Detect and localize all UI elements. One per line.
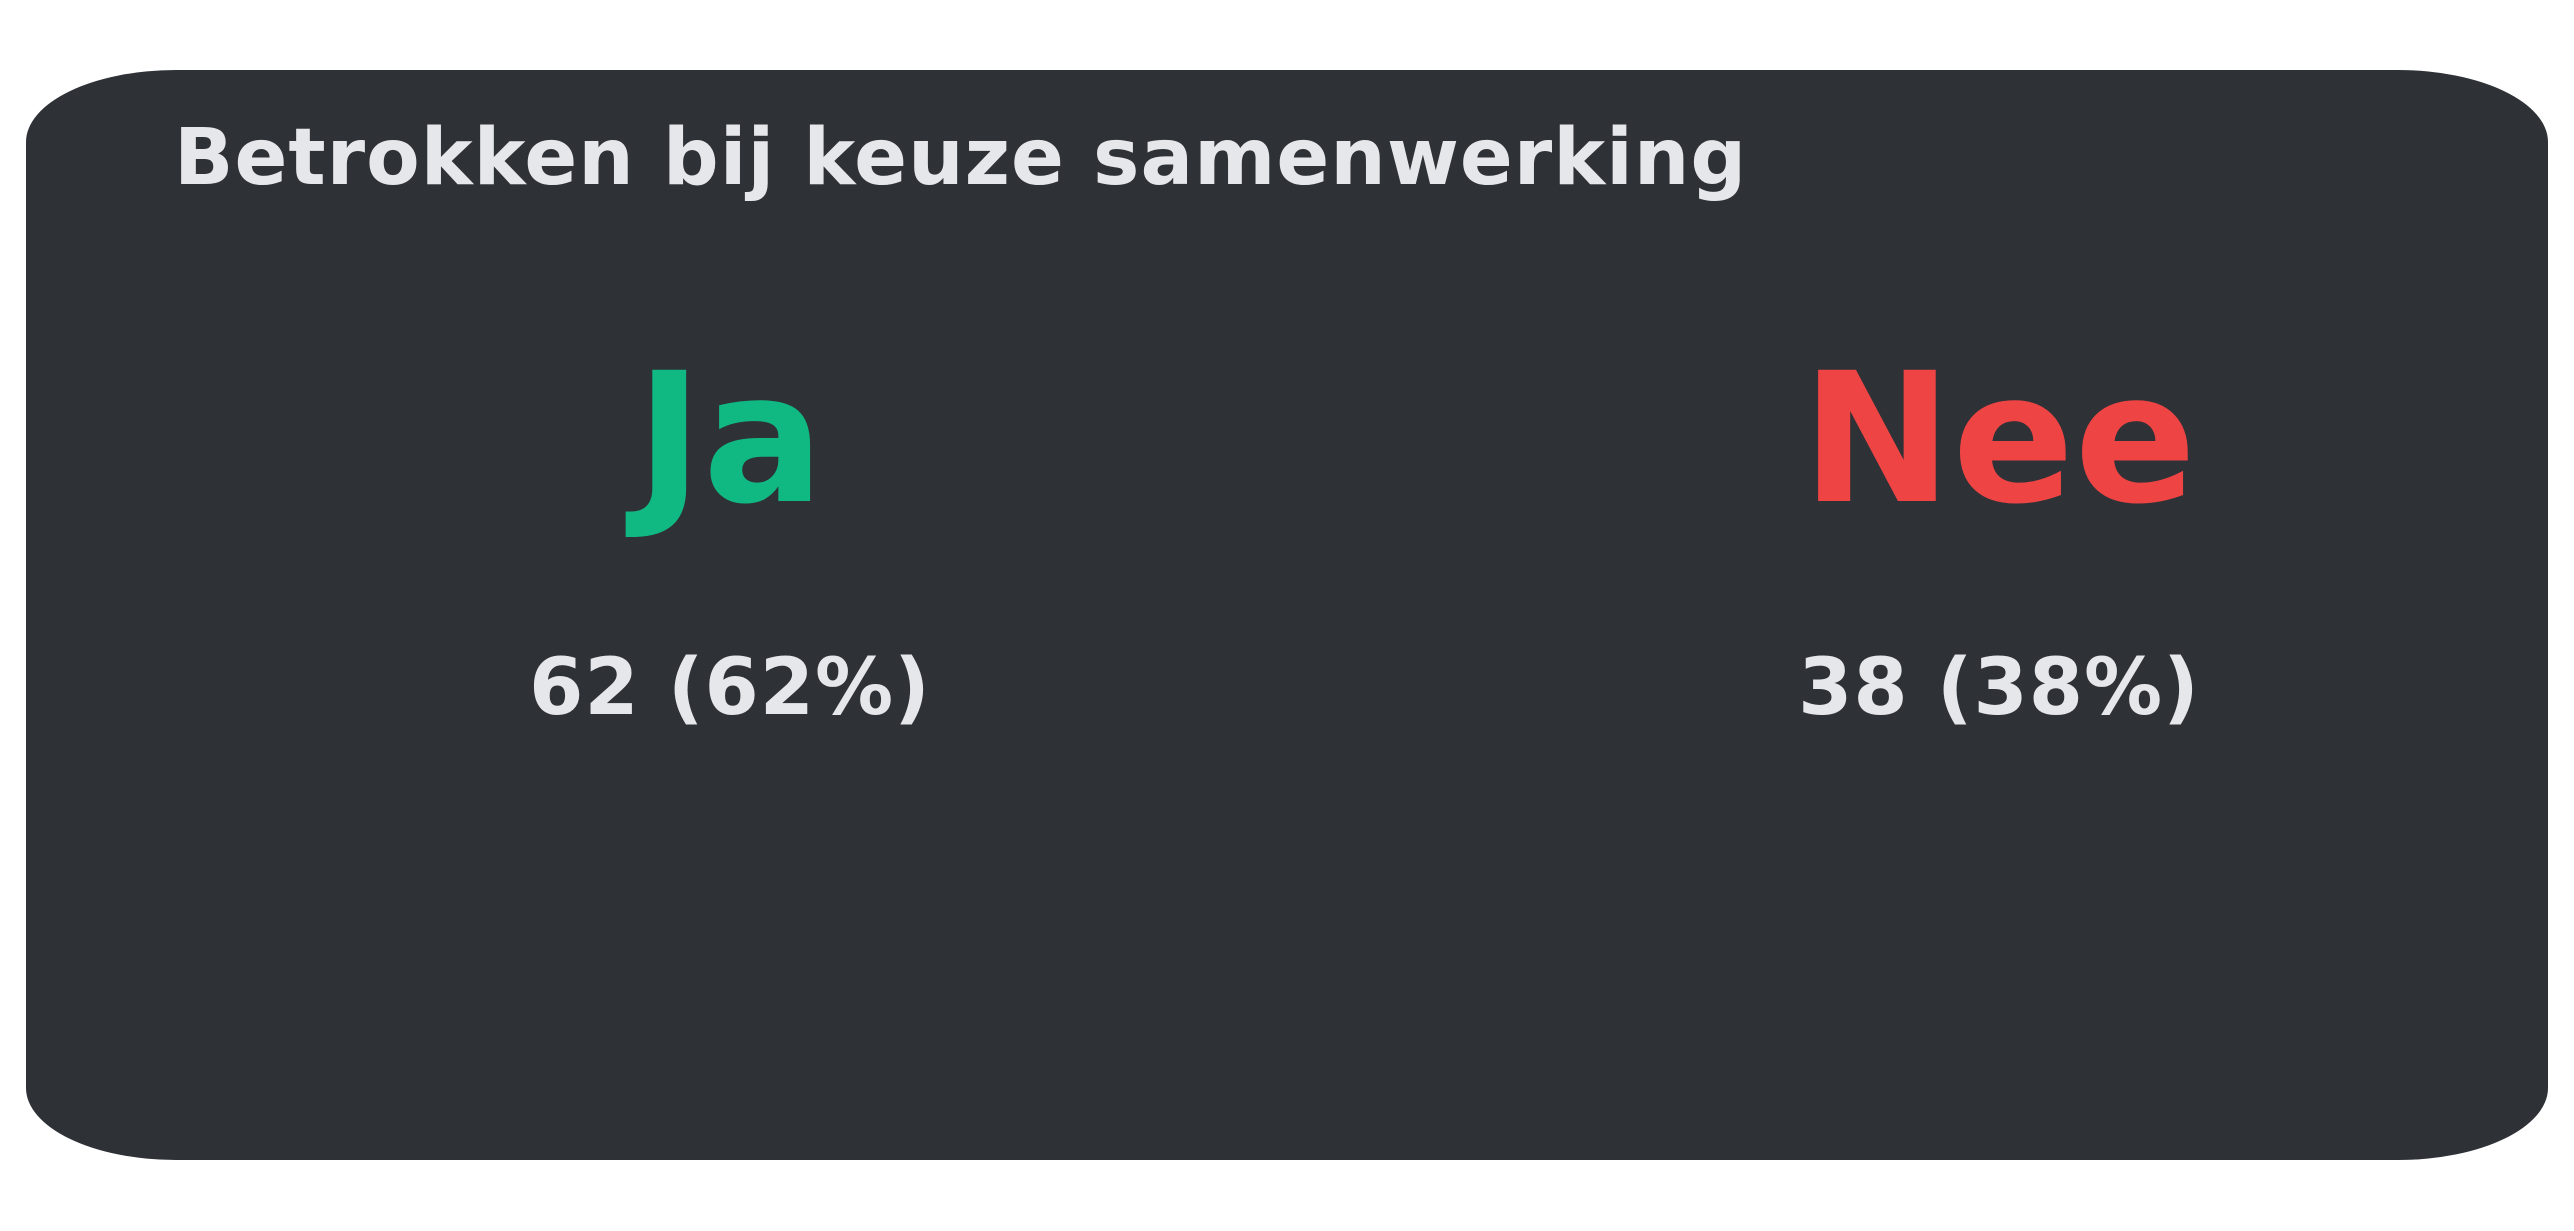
value-label-ja: 62 (62%)	[529, 643, 931, 733]
category-label-nee: Nee	[1801, 335, 2197, 544]
poll-result-card: Betrokken bij keuze samenwerking Ja 62 (…	[26, 70, 2548, 1160]
chart-title: Betrokken bij keuze samenwerking	[174, 113, 1748, 203]
value-label-nee: 38 (38%)	[1798, 643, 2200, 733]
category-label-ja: Ja	[635, 335, 825, 544]
